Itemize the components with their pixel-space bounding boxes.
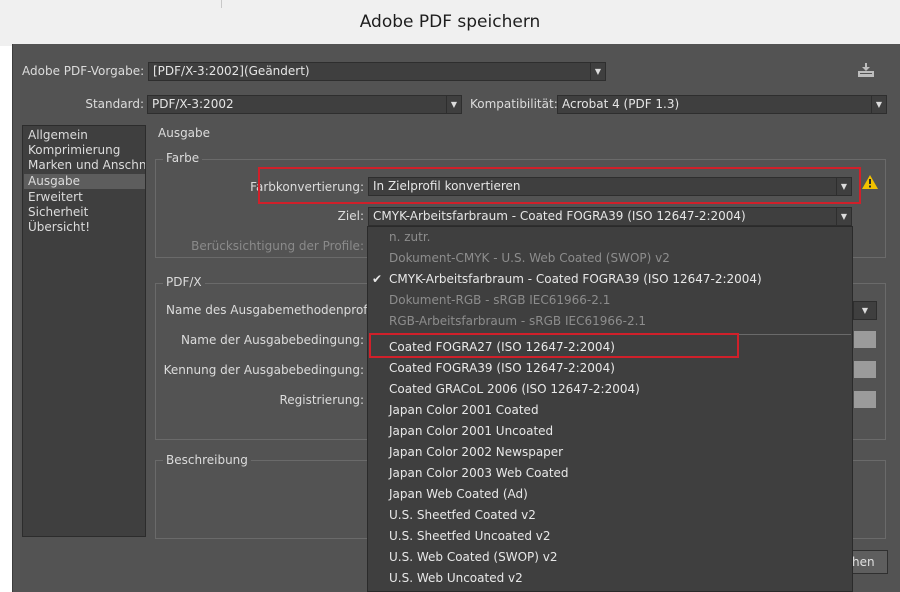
description-group-label: Beschreibung	[163, 453, 251, 467]
condition-name-label: Name der Ausgabebedingung:	[180, 333, 364, 347]
chevron-down-icon[interactable]: ▼	[871, 96, 886, 113]
registry-label: Registrierung:	[279, 393, 364, 407]
dropdown-item-label: Japan Color 2001 Uncoated	[389, 424, 554, 438]
dropdown-item-label: U.S. Web Uncoated v2	[389, 571, 523, 585]
dropdown-item[interactable]: U.S. Web Coated (SWOP) v2	[368, 547, 852, 568]
dropdown-item: n. zutr.	[368, 227, 852, 248]
dropdown-item-label: RGB-Arbeitsfarbraum - sRGB IEC61966-2.1	[389, 314, 647, 328]
dropdown-item-label: Dokument-CMYK - U.S. Web Coated (SWOP) v…	[389, 251, 670, 265]
highlight-box-conversion	[258, 167, 861, 204]
standard-value: PDF/X-3:2002	[152, 97, 234, 111]
sidebar-item-erweitert[interactable]: Erweitert	[27, 190, 145, 205]
dropdown-item-label: Japan Color 2001 Coated	[389, 403, 539, 417]
standard-select[interactable]: PDF/X-3:2002 ▼	[147, 95, 462, 114]
chevron-down-icon[interactable]: ▼	[854, 302, 876, 319]
dropdown-item: Dokument-CMYK - U.S. Web Coated (SWOP) v…	[368, 248, 852, 269]
save-button[interactable]: hen	[850, 550, 888, 574]
dropdown-item[interactable]: U.S. Web Uncoated v2	[368, 568, 852, 589]
preset-label: Adobe PDF-Vorgabe:	[22, 64, 145, 78]
output-profile-label: Name des Ausgabemethodenprofils:	[166, 303, 385, 317]
section-title: Ausgabe	[158, 126, 211, 140]
dropdown-item-label: U.S. Web Coated (SWOP) v2	[389, 550, 558, 564]
compat-label: Kompatibilität:	[470, 97, 558, 111]
dropdown-item-label: U.S. Sheetfed Uncoated v2	[389, 529, 551, 543]
dropdown-item-label: Dokument-RGB - sRGB IEC61966-2.1	[389, 293, 611, 307]
farbe-group-label: Farbe	[163, 151, 203, 165]
dropdown-item[interactable]: Japan Color 2001 Uncoated	[368, 421, 852, 442]
condition-name-field[interactable]	[854, 331, 876, 348]
dropdown-item[interactable]: ✔ CMYK-Arbeitsfarbraum - Coated FOGRA39 (…	[368, 269, 852, 290]
dropdown-item-label: Coated FOGRA39 (ISO 12647-2:2004)	[389, 361, 615, 375]
dropdown-item[interactable]: Coated GRACoL 2006 (ISO 12647-2:2004)	[368, 379, 852, 400]
preset-value: [PDF/X-3:2002](Geändert)	[153, 64, 310, 78]
title-bar-divider	[221, 0, 222, 8]
dropdown-item[interactable]: Japan Web Coated (Ad)	[368, 484, 852, 505]
sidebar-item-sicherheit[interactable]: Sicherheit	[27, 205, 145, 220]
dropdown-item-label: Japan Web Coated (Ad)	[389, 487, 528, 501]
sidebar-item-marken[interactable]: Marken und Anschnitt	[27, 158, 145, 173]
dropdown-item-label: CMYK-Arbeitsfarbraum - Coated FOGRA39 (I…	[389, 272, 762, 286]
profiles-label: Berücksichtigung der Profile:	[191, 239, 364, 253]
preset-select[interactable]: [PDF/X-3:2002](Geändert) ▼	[148, 62, 606, 81]
sidebar-item-allgemein[interactable]: Allgemein	[27, 128, 145, 143]
pdfx-group-label: PDF/X	[163, 275, 205, 289]
sidebar-item-uebersicht[interactable]: Übersicht!	[27, 220, 145, 235]
target-label: Ziel:	[337, 209, 364, 223]
dropdown-item[interactable]: Japan Color 2002 Newspaper	[368, 442, 852, 463]
dropdown-item-label: Coated GRACoL 2006 (ISO 12647-2:2004)	[389, 382, 640, 396]
output-profile-select[interactable]: ▼	[853, 301, 877, 320]
warning-icon	[862, 175, 878, 189]
dropdown-item-label: Japan Color 2003 Web Coated	[389, 466, 569, 480]
dropdown-item: Dokument-RGB - sRGB IEC61966-2.1	[368, 290, 852, 311]
dropdown-item[interactable]: U.S. Sheetfed Coated v2	[368, 505, 852, 526]
sidebar-item-komprimierung[interactable]: Komprimierung	[27, 143, 145, 158]
condition-id-field[interactable]	[854, 361, 876, 378]
dropdown-item-label: Japan Color 2002 Newspaper	[389, 445, 564, 459]
dropdown-item[interactable]: U.S. Sheetfed Uncoated v2	[368, 526, 852, 547]
dropdown-item-label: n. zutr.	[389, 230, 431, 244]
window-title: Adobe PDF speichern	[359, 12, 541, 32]
chevron-down-icon[interactable]: ▼	[446, 96, 461, 113]
compat-value: Acrobat 4 (PDF 1.3)	[562, 97, 680, 111]
compat-select[interactable]: Acrobat 4 (PDF 1.3) ▼	[557, 95, 887, 114]
chevron-down-icon[interactable]: ▼	[836, 208, 851, 225]
dropdown-item: RGB-Arbeitsfarbraum - sRGB IEC61966-2.1	[368, 311, 852, 332]
checkmark-icon: ✔	[372, 272, 383, 286]
target-value: CMYK-Arbeitsfarbraum - Coated FOGRA39 (I…	[373, 209, 746, 223]
dropdown-item[interactable]: Japan Color 2003 Web Coated	[368, 463, 852, 484]
save-preset-icon[interactable]	[857, 62, 875, 78]
target-select[interactable]: CMYK-Arbeitsfarbraum - Coated FOGRA39 (I…	[368, 207, 852, 226]
dropdown-item-label: U.S. Sheetfed Coated v2	[389, 508, 536, 522]
registry-field[interactable]	[854, 391, 876, 408]
standard-label: Standard:	[85, 97, 144, 111]
chevron-down-icon[interactable]: ▼	[590, 63, 605, 80]
sidebar: Allgemein Komprimierung Marken und Ansch…	[22, 125, 146, 537]
highlight-box-fogra27	[369, 333, 739, 358]
title-bar: Adobe PDF speichern	[0, 0, 900, 46]
condition-id-label: Kennung der Ausgabebedingung:	[163, 363, 364, 377]
target-dropdown-list: n. zutr. Dokument-CMYK - U.S. Web Coated…	[367, 226, 853, 592]
dropdown-item[interactable]: Japan Color 2001 Coated	[368, 400, 852, 421]
dropdown-item[interactable]: Coated FOGRA39 (ISO 12647-2:2004)	[368, 358, 852, 379]
sidebar-item-ausgabe[interactable]: Ausgabe	[24, 174, 145, 189]
